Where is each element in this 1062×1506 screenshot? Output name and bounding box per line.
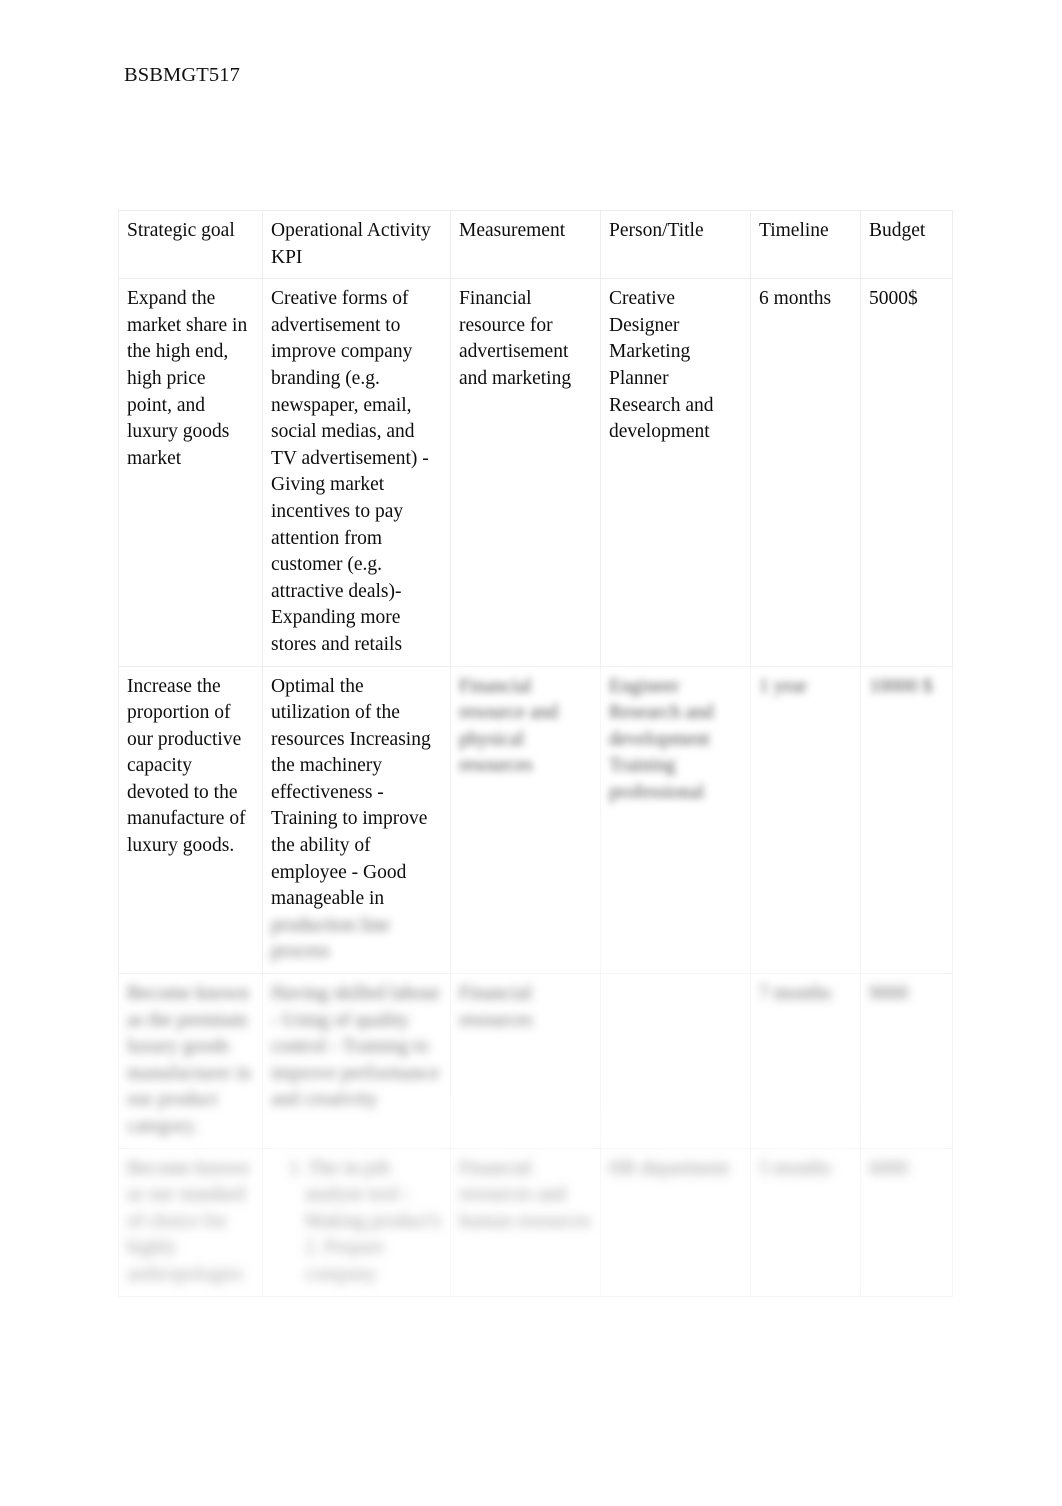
- operational-plan-table-container: Strategic goal Operational Activity KPI …: [118, 209, 953, 1297]
- column-header-person-title: Person/Title: [600, 209, 751, 280]
- document-page: BSBMGT517 Strategic goal Operational Act…: [0, 0, 1062, 1506]
- cell-measurement: Financial resource for advertisement and…: [450, 278, 601, 667]
- cell-person-title: Engineer Research and development Traini…: [600, 665, 751, 975]
- column-header-measurement: Measurement: [450, 209, 601, 280]
- table-row: Become known as the premium luxury goods…: [118, 973, 953, 1149]
- cell-timeline: 6 months: [750, 278, 861, 667]
- cell-person-title: Creative Designer Marketing Planner Rese…: [600, 278, 751, 667]
- cell-person-title: HR department: [600, 1147, 751, 1297]
- table-header-row: Strategic goal Operational Activity KPI …: [118, 209, 953, 280]
- cell-text: Increase the proportion of our productiv…: [127, 675, 246, 857]
- cell-strategic-goal: Expand the market share in the high end,…: [118, 278, 263, 667]
- cell-budget: 5000$: [860, 278, 953, 667]
- column-header-operational-activity: Operational Activity KPI: [262, 209, 451, 280]
- cell-text-illegible-tail: production line process: [271, 914, 390, 963]
- table-row: Increase the proportion of our productiv…: [118, 665, 953, 975]
- table-row: Expand the market share in the high end,…: [118, 278, 953, 667]
- cell-text: Optimal the utilization of the resources…: [271, 675, 431, 910]
- cell-text: 1. The in-job analyse tool - Making prod…: [289, 1157, 442, 1285]
- document-running-header: BSBMGT517: [124, 64, 240, 86]
- cell-operational-activity: 1. The in-job analyse tool - Making prod…: [262, 1147, 451, 1297]
- operational-plan-kpi-table: Strategic goal Operational Activity KPI …: [118, 209, 953, 1297]
- column-header-timeline: Timeline: [750, 209, 861, 280]
- cell-operational-activity: Creative forms of advertisement to impro…: [262, 278, 451, 667]
- cell-strategic-goal: Become known as the premium luxury goods…: [118, 973, 263, 1149]
- cell-person-title: [600, 973, 751, 1149]
- cell-measurement: Financial resources: [450, 973, 601, 1149]
- cell-strategic-goal: Increase the proportion of our productiv…: [118, 665, 263, 975]
- cell-timeline: 7 months: [750, 973, 861, 1149]
- cell-operational-activity: Optimal the utilization of the resources…: [262, 665, 451, 975]
- cell-operational-activity: Having skilled labour - Using of quality…: [262, 973, 451, 1149]
- cell-measurement: Financial resources and human resources: [450, 1147, 601, 1297]
- cell-timeline: 1 year: [750, 665, 861, 975]
- cell-budget: 9000: [860, 973, 953, 1149]
- table-row: Become known as our standard of choice f…: [118, 1147, 953, 1297]
- column-header-strategic-goal: Strategic goal: [118, 209, 263, 280]
- cell-timeline: 5 months: [750, 1147, 861, 1297]
- cell-strategic-goal: Become known as our standard of choice f…: [118, 1147, 263, 1297]
- cell-budget: 10000 $: [860, 665, 953, 975]
- column-header-budget: Budget: [860, 209, 953, 280]
- cell-measurement: Financial resource and physical resource…: [450, 665, 601, 975]
- cell-budget: 6000: [860, 1147, 953, 1297]
